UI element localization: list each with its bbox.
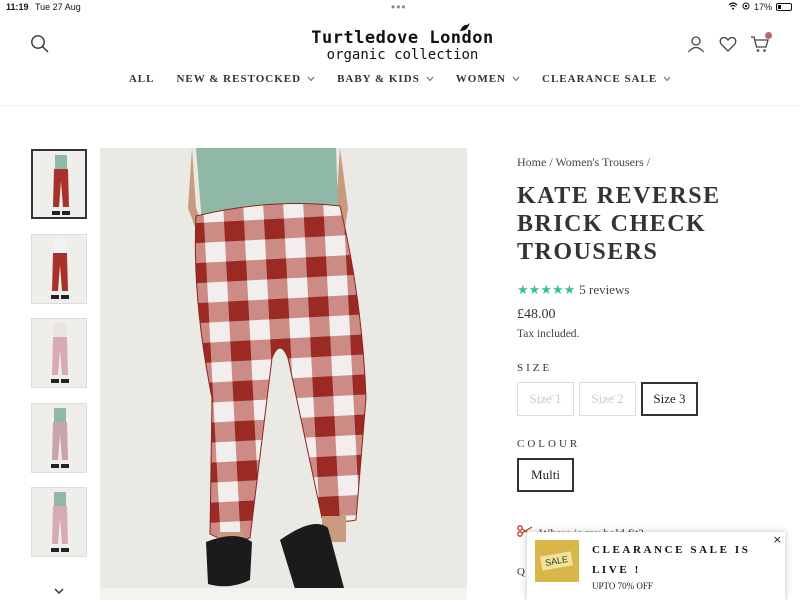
nav-item-baby-kids[interactable]: BABY & KIDS — [337, 73, 434, 85]
tax-note: Tax included. — [517, 328, 580, 340]
logo-subtitle: organic collection — [326, 47, 479, 63]
cart-badge — [765, 32, 772, 39]
nav-item-label: WOMEN — [455, 73, 507, 85]
chevron-down-icon — [512, 75, 520, 84]
account-icon[interactable] — [686, 34, 706, 54]
status-date: Tue 27 Aug — [35, 2, 81, 12]
wishlist-icon[interactable] — [718, 34, 738, 54]
thumbnail-3[interactable] — [31, 318, 87, 388]
product-title-line: BRICK CHECK — [517, 211, 707, 237]
sale-popup[interactable]: × SALE CLEARANCE SALE IS LIVE ! UPTO 70%… — [527, 532, 785, 600]
product-price: £48.00 — [517, 307, 556, 322]
popup-title: CLEARANCE SALE IS LIVE ! — [592, 540, 751, 580]
battery-icon — [776, 3, 792, 11]
nav-item-women[interactable]: WOMEN — [456, 73, 520, 85]
orientation-lock-icon — [742, 2, 750, 12]
popup-title-line: CLEARANCE SALE IS — [592, 544, 751, 556]
nav-item-label: BABY & KIDS — [337, 73, 420, 85]
star-icon: ★ — [563, 282, 576, 297]
star-icon: ★ — [528, 282, 541, 297]
status-time: 11:19 — [6, 2, 29, 12]
thumbnail-1[interactable] — [31, 149, 87, 219]
star-icon: ★ — [540, 282, 552, 297]
chevron-down-icon — [426, 75, 434, 84]
bird-icon — [459, 22, 471, 35]
size-options: Size 1 Size 2 Size 3 — [517, 382, 787, 416]
product-title: KATE REVERSE BRICK CHECK TROUSERS — [517, 182, 787, 266]
site-header: Turtledove London organic collection ALL… — [0, 16, 800, 106]
product-title-line: KATE REVERSE — [517, 183, 721, 209]
multitask-dots[interactable]: ••• — [391, 0, 407, 14]
header-actions — [686, 32, 772, 54]
site-logo[interactable]: Turtledove London organic collection — [310, 23, 495, 63]
colour-options: Multi — [517, 458, 787, 492]
chevron-down-icon[interactable] — [53, 584, 65, 599]
star-icon: ★ — [517, 282, 529, 297]
product-title-line: TROUSERS — [517, 239, 659, 265]
product-info: Home / Women's Trousers / KATE REVERSE B… — [517, 148, 787, 492]
size-label: SIZE — [517, 362, 553, 374]
nav-item-clearance-sale[interactable]: CLEARANCE SALE — [542, 73, 671, 85]
breadcrumb[interactable]: Home / Women's Trousers / — [517, 155, 787, 170]
nav-item-label: NEW & RESTOCKED — [176, 73, 302, 85]
battery-percent: 17% — [753, 2, 772, 12]
colour-label: COLOUR — [517, 438, 581, 450]
thumbnail-4[interactable] — [31, 402, 87, 473]
main-nav: ALL NEW & RESTOCKED BABY & KIDS WOMEN CLEARA… — [0, 73, 800, 85]
close-icon[interactable]: × — [773, 533, 782, 546]
thumbnail-2[interactable] — [31, 233, 87, 304]
colour-option-selected[interactable]: Multi — [517, 458, 574, 492]
nav-item-new-restocked[interactable]: NEW & RESTOCKED — [176, 73, 315, 85]
status-right: 17% — [728, 2, 792, 12]
cart-icon[interactable] — [750, 32, 772, 54]
popup-subtitle: UPTO 70% OFF — [592, 581, 653, 591]
nav-item-label: CLEARANCE SALE — [542, 73, 658, 85]
size-option[interactable]: Size 2 — [579, 382, 636, 416]
rating-stars: ★★★★★ — [517, 282, 575, 298]
nav-item-all[interactable]: ALL — [129, 73, 155, 85]
quantity-label: Q — [517, 566, 527, 578]
status-bar: 11:19 Tue 27 Aug ••• 17% — [0, 0, 800, 16]
star-icon: ★ — [551, 282, 564, 297]
search-icon[interactable] — [30, 34, 50, 54]
reviews-count[interactable]: 5 reviews — [579, 282, 629, 298]
size-option-selected[interactable]: Size 3 — [641, 382, 698, 416]
chevron-down-icon — [307, 75, 315, 84]
chevron-down-icon — [663, 75, 671, 84]
nav-item-label: ALL — [128, 73, 155, 85]
main-product-image[interactable] — [100, 148, 467, 600]
thumbnail-gallery — [31, 149, 87, 572]
size-option[interactable]: Size 1 — [517, 382, 574, 416]
wifi-icon — [728, 2, 738, 12]
sale-badge-image: SALE — [535, 540, 579, 582]
sale-badge-text: SALE — [540, 551, 574, 571]
popup-title-line: LIVE ! — [592, 564, 641, 576]
reviews-row[interactable]: ★★★★★ 5 reviews — [517, 282, 787, 298]
thumbnail-5[interactable] — [31, 487, 87, 557]
